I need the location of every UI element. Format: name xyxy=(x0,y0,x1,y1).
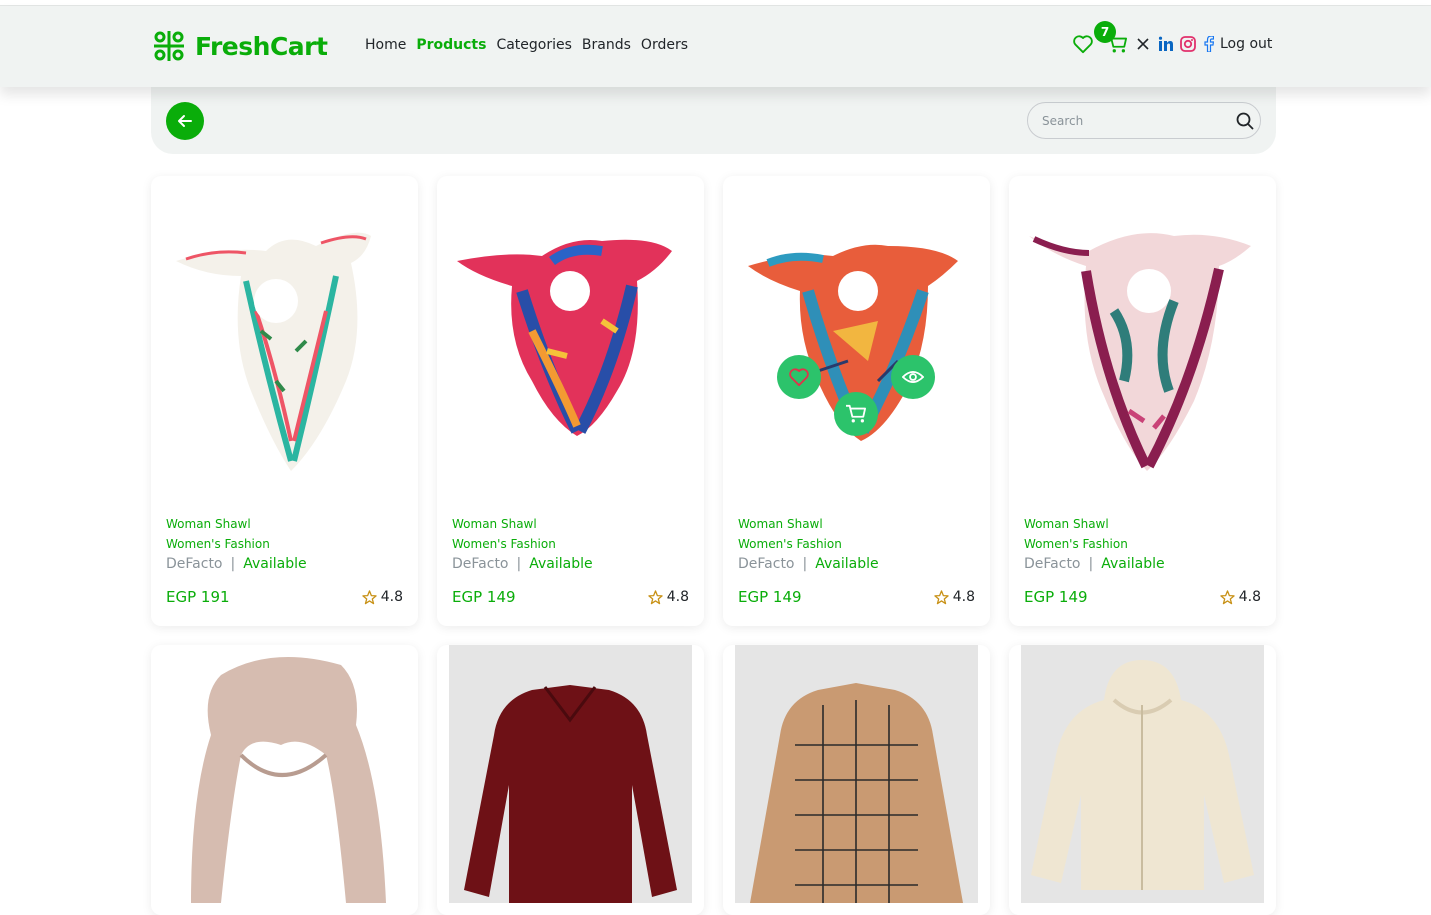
product-card[interactable]: Woman Shawl Women's Fashion DeFacto | Avai… xyxy=(151,176,418,626)
product-brand-line: DeFacto | Available xyxy=(166,556,307,572)
rating-value: 4.8 xyxy=(380,589,403,605)
product-image xyxy=(1029,233,1251,471)
product-brand: DeFacto xyxy=(1024,556,1081,572)
add-to-wishlist-button[interactable] xyxy=(777,355,821,399)
star-icon xyxy=(648,589,663,604)
separator: | xyxy=(802,556,808,572)
product-category: Woman Shawl xyxy=(452,517,537,531)
product-category: Woman Shawl xyxy=(738,517,823,531)
arrow-left-icon xyxy=(178,115,192,127)
nav-categories[interactable]: Categories xyxy=(496,37,571,53)
product-category: Woman Shawl xyxy=(1024,517,1109,531)
star-icon xyxy=(934,589,949,604)
product-brand-line: DeFacto | Available xyxy=(1024,556,1165,572)
product-brand-line: DeFacto | Available xyxy=(738,556,879,572)
cart-icon[interactable] xyxy=(1106,34,1128,54)
back-button[interactable] xyxy=(166,102,204,140)
search-input[interactable] xyxy=(1042,111,1222,131)
product-image xyxy=(735,645,978,903)
product-price: EGP 149 xyxy=(738,588,802,606)
logout-link[interactable]: Log out xyxy=(1220,36,1272,52)
facebook-icon[interactable] xyxy=(1204,36,1214,52)
rating-value: 4.8 xyxy=(952,589,975,605)
product-price: EGP 191 xyxy=(166,588,230,606)
search-box xyxy=(1027,102,1261,139)
product-card[interactable]: Woman Shawl Women's Fashion DeFacto | Avai… xyxy=(1009,176,1276,626)
product-rating: 4.8 xyxy=(934,589,975,605)
nav-actions: Log out xyxy=(1072,34,1272,54)
brand-logo[interactable]: FreshCart xyxy=(151,28,328,64)
rating-value: 4.8 xyxy=(1238,589,1261,605)
product-card[interactable] xyxy=(723,645,990,915)
instagram-icon[interactable] xyxy=(1180,36,1196,52)
heart-icon[interactable] xyxy=(1072,34,1094,54)
product-card[interactable]: Woman Shawl Women's Fashion DeFacto | Avai… xyxy=(437,176,704,626)
product-brand: DeFacto xyxy=(738,556,795,572)
star-icon xyxy=(362,589,377,604)
product-subcategory: Women's Fashion xyxy=(166,537,270,551)
product-rating: 4.8 xyxy=(1220,589,1261,605)
nav-orders[interactable]: Orders xyxy=(641,37,688,53)
separator: | xyxy=(1088,556,1094,572)
toolbar xyxy=(151,87,1276,154)
product-subcategory: Women's Fashion xyxy=(738,537,842,551)
x-twitter-icon[interactable] xyxy=(1136,37,1150,51)
product-rating: 4.8 xyxy=(648,589,689,605)
star-icon xyxy=(1220,589,1235,604)
add-to-cart-button[interactable] xyxy=(834,392,878,436)
product-status: Available xyxy=(529,556,593,572)
heart-icon xyxy=(789,368,809,387)
product-image xyxy=(748,244,958,441)
product-rating: 4.8 xyxy=(362,589,403,605)
navbar: FreshCart Home Products Categories Brand… xyxy=(0,6,1431,87)
product-brand: DeFacto xyxy=(452,556,509,572)
product-image xyxy=(449,645,692,903)
product-image xyxy=(457,239,672,436)
nav-brands[interactable]: Brands xyxy=(582,37,631,53)
product-status: Available xyxy=(1101,556,1165,572)
rating-value: 4.8 xyxy=(666,589,689,605)
product-card[interactable]: Woman Shawl Women's Fashion DeFacto | Avai… xyxy=(723,176,990,626)
product-card[interactable] xyxy=(1009,645,1276,915)
search-icon[interactable] xyxy=(1236,112,1254,134)
nav-home[interactable]: Home xyxy=(365,37,406,53)
product-price: EGP 149 xyxy=(452,588,516,606)
product-status: Available xyxy=(243,556,307,572)
product-category: Woman Shawl xyxy=(166,517,251,531)
product-subcategory: Women's Fashion xyxy=(1024,537,1128,551)
product-card[interactable] xyxy=(437,645,704,915)
separator: | xyxy=(516,556,522,572)
nav-links: Home Products Categories Brands Orders xyxy=(365,37,688,53)
logo-icon xyxy=(154,31,184,61)
brand-name: FreshCart xyxy=(195,31,328,61)
product-card[interactable] xyxy=(151,645,418,915)
product-brand: DeFacto xyxy=(166,556,223,572)
product-image xyxy=(176,232,371,471)
product-subcategory: Women's Fashion xyxy=(452,537,556,551)
cart-icon xyxy=(846,404,866,423)
quick-view-button[interactable] xyxy=(891,355,935,399)
eye-icon xyxy=(902,371,924,383)
product-image xyxy=(1021,645,1264,903)
product-price: EGP 149 xyxy=(1024,588,1088,606)
linkedin-icon[interactable] xyxy=(1158,36,1174,52)
product-status: Available xyxy=(815,556,879,572)
product-brand-line: DeFacto | Available xyxy=(452,556,593,572)
separator: | xyxy=(230,556,236,572)
nav-products[interactable]: Products xyxy=(416,37,486,53)
product-image xyxy=(191,657,386,903)
